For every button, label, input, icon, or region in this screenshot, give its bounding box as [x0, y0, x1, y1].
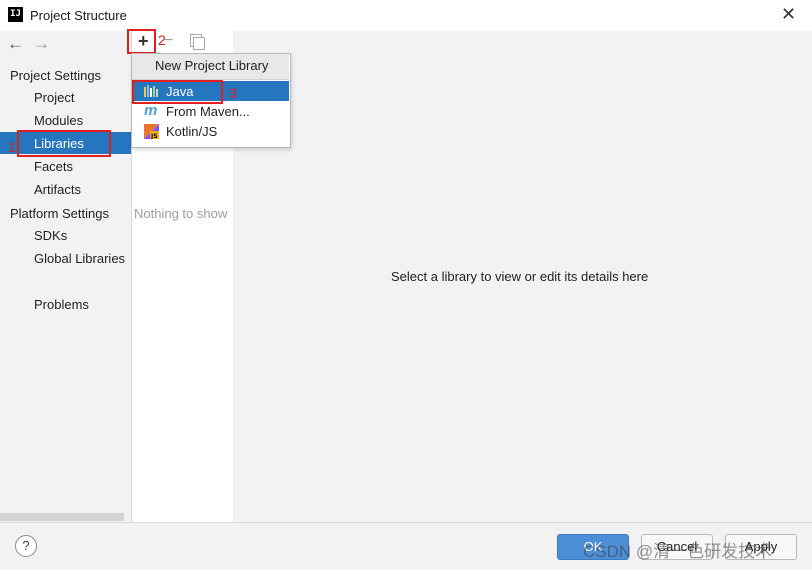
annotation-step-1: 1 [8, 139, 16, 155]
sidebar-item-problems[interactable]: Problems [34, 297, 89, 312]
sidebar-item-modules[interactable]: Modules [34, 113, 83, 128]
sidebar-scrollbar[interactable] [0, 513, 124, 521]
close-icon[interactable]: ✕ [781, 4, 796, 24]
sidebar-item-sdks[interactable]: SDKs [34, 228, 67, 243]
popup-title: New Project Library [155, 58, 269, 73]
annotation-box-java [132, 80, 223, 104]
sidebar-item-facets[interactable]: Facets [34, 159, 73, 174]
detail-placeholder-text: Select a library to view or edit its det… [391, 269, 649, 284]
csdn-watermark: CSDN @清一色研发技术 [583, 542, 773, 561]
sidebar-item-global-libraries[interactable]: Global Libraries [34, 251, 125, 266]
annotation-step-3: 3 [229, 85, 237, 101]
maven-icon: m [144, 102, 158, 119]
empty-list-text: Nothing to show [134, 206, 228, 221]
window-title: Project Structure [30, 8, 127, 23]
kotlin-js-icon: JS [144, 124, 159, 140]
annotation-step-2: 2 [158, 32, 166, 48]
annotation-box-libraries [17, 130, 111, 157]
popup-item-kotlin-js[interactable]: Kotlin/JS [166, 124, 217, 139]
intellij-app-icon: IJ [8, 7, 23, 22]
copy-icon-front [193, 37, 205, 50]
help-icon[interactable]: ? [15, 535, 37, 557]
platform-settings-heading: Platform Settings [10, 206, 109, 221]
svg-text:JS: JS [150, 133, 158, 139]
project-settings-heading: Project Settings [10, 68, 102, 83]
back-arrow-icon[interactable]: ← [7, 35, 24, 52]
annotation-box-add [127, 29, 156, 54]
forward-arrow-icon[interactable]: → [33, 35, 50, 52]
sidebar-item-project[interactable]: Project [34, 90, 74, 105]
popup-item-from-maven[interactable]: From Maven... [166, 104, 250, 119]
sidebar-item-artifacts[interactable]: Artifacts [34, 182, 81, 197]
